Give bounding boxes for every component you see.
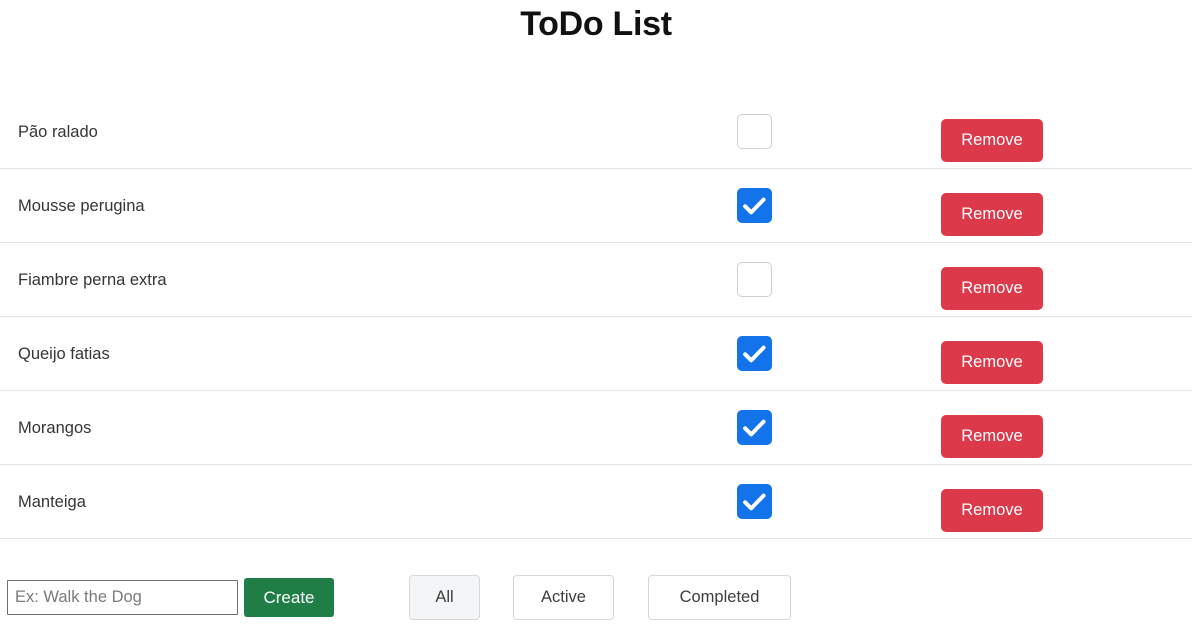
filter-active-button[interactable]: Active bbox=[513, 575, 614, 620]
todo-checkbox-unchecked-icon[interactable] bbox=[737, 114, 772, 149]
remove-button[interactable]: Remove bbox=[941, 341, 1043, 384]
remove-button[interactable]: Remove bbox=[941, 119, 1043, 162]
todo-label: Queijo fatias bbox=[18, 344, 110, 363]
todo-app: ToDo List Pão ralado Remove Mousse perugin… bbox=[0, 0, 1192, 631]
todo-checkbox-wrap bbox=[737, 262, 773, 298]
todo-label: Manteiga bbox=[18, 492, 86, 511]
todo-label: Mousse perugina bbox=[18, 196, 145, 215]
todo-row: Morangos Remove bbox=[0, 391, 1192, 465]
new-todo-input[interactable] bbox=[7, 580, 238, 615]
todo-checkbox-unchecked-icon[interactable] bbox=[737, 262, 772, 297]
todo-row: Pão ralado Remove bbox=[0, 95, 1192, 169]
remove-button[interactable]: Remove bbox=[941, 415, 1043, 458]
todo-label: Pão ralado bbox=[18, 122, 98, 141]
filter-all-button[interactable]: All bbox=[409, 575, 480, 620]
todo-checkbox-wrap bbox=[737, 114, 773, 150]
filter-completed-button[interactable]: Completed bbox=[648, 575, 791, 620]
todo-row: Fiambre perna extra Remove bbox=[0, 243, 1192, 317]
todo-checkbox-checked-icon[interactable] bbox=[737, 188, 772, 223]
todo-checkbox-checked-icon[interactable] bbox=[737, 484, 772, 519]
todo-checkbox-wrap bbox=[737, 188, 773, 224]
todo-row: Manteiga Remove bbox=[0, 465, 1192, 539]
todo-list: Pão ralado Remove Mousse perugina Remove Fia… bbox=[0, 95, 1192, 539]
create-button[interactable]: Create bbox=[244, 578, 334, 617]
remove-button[interactable]: Remove bbox=[941, 193, 1043, 236]
todo-checkbox-wrap bbox=[737, 336, 773, 372]
todo-checkbox-wrap bbox=[737, 410, 773, 446]
remove-button[interactable]: Remove bbox=[941, 489, 1043, 532]
todo-label: Morangos bbox=[18, 418, 92, 437]
todo-row: Mousse perugina Remove bbox=[0, 169, 1192, 243]
todo-label: Fiambre perna extra bbox=[18, 270, 167, 289]
page-title: ToDo List bbox=[520, 5, 672, 43]
controls-bar: Create All Active Completed bbox=[0, 544, 1192, 631]
todo-row: Queijo fatias Remove bbox=[0, 317, 1192, 391]
todo-checkbox-checked-icon[interactable] bbox=[737, 410, 772, 445]
todo-checkbox-checked-icon[interactable] bbox=[737, 336, 772, 371]
todo-checkbox-wrap bbox=[737, 484, 773, 520]
remove-button[interactable]: Remove bbox=[941, 267, 1043, 310]
